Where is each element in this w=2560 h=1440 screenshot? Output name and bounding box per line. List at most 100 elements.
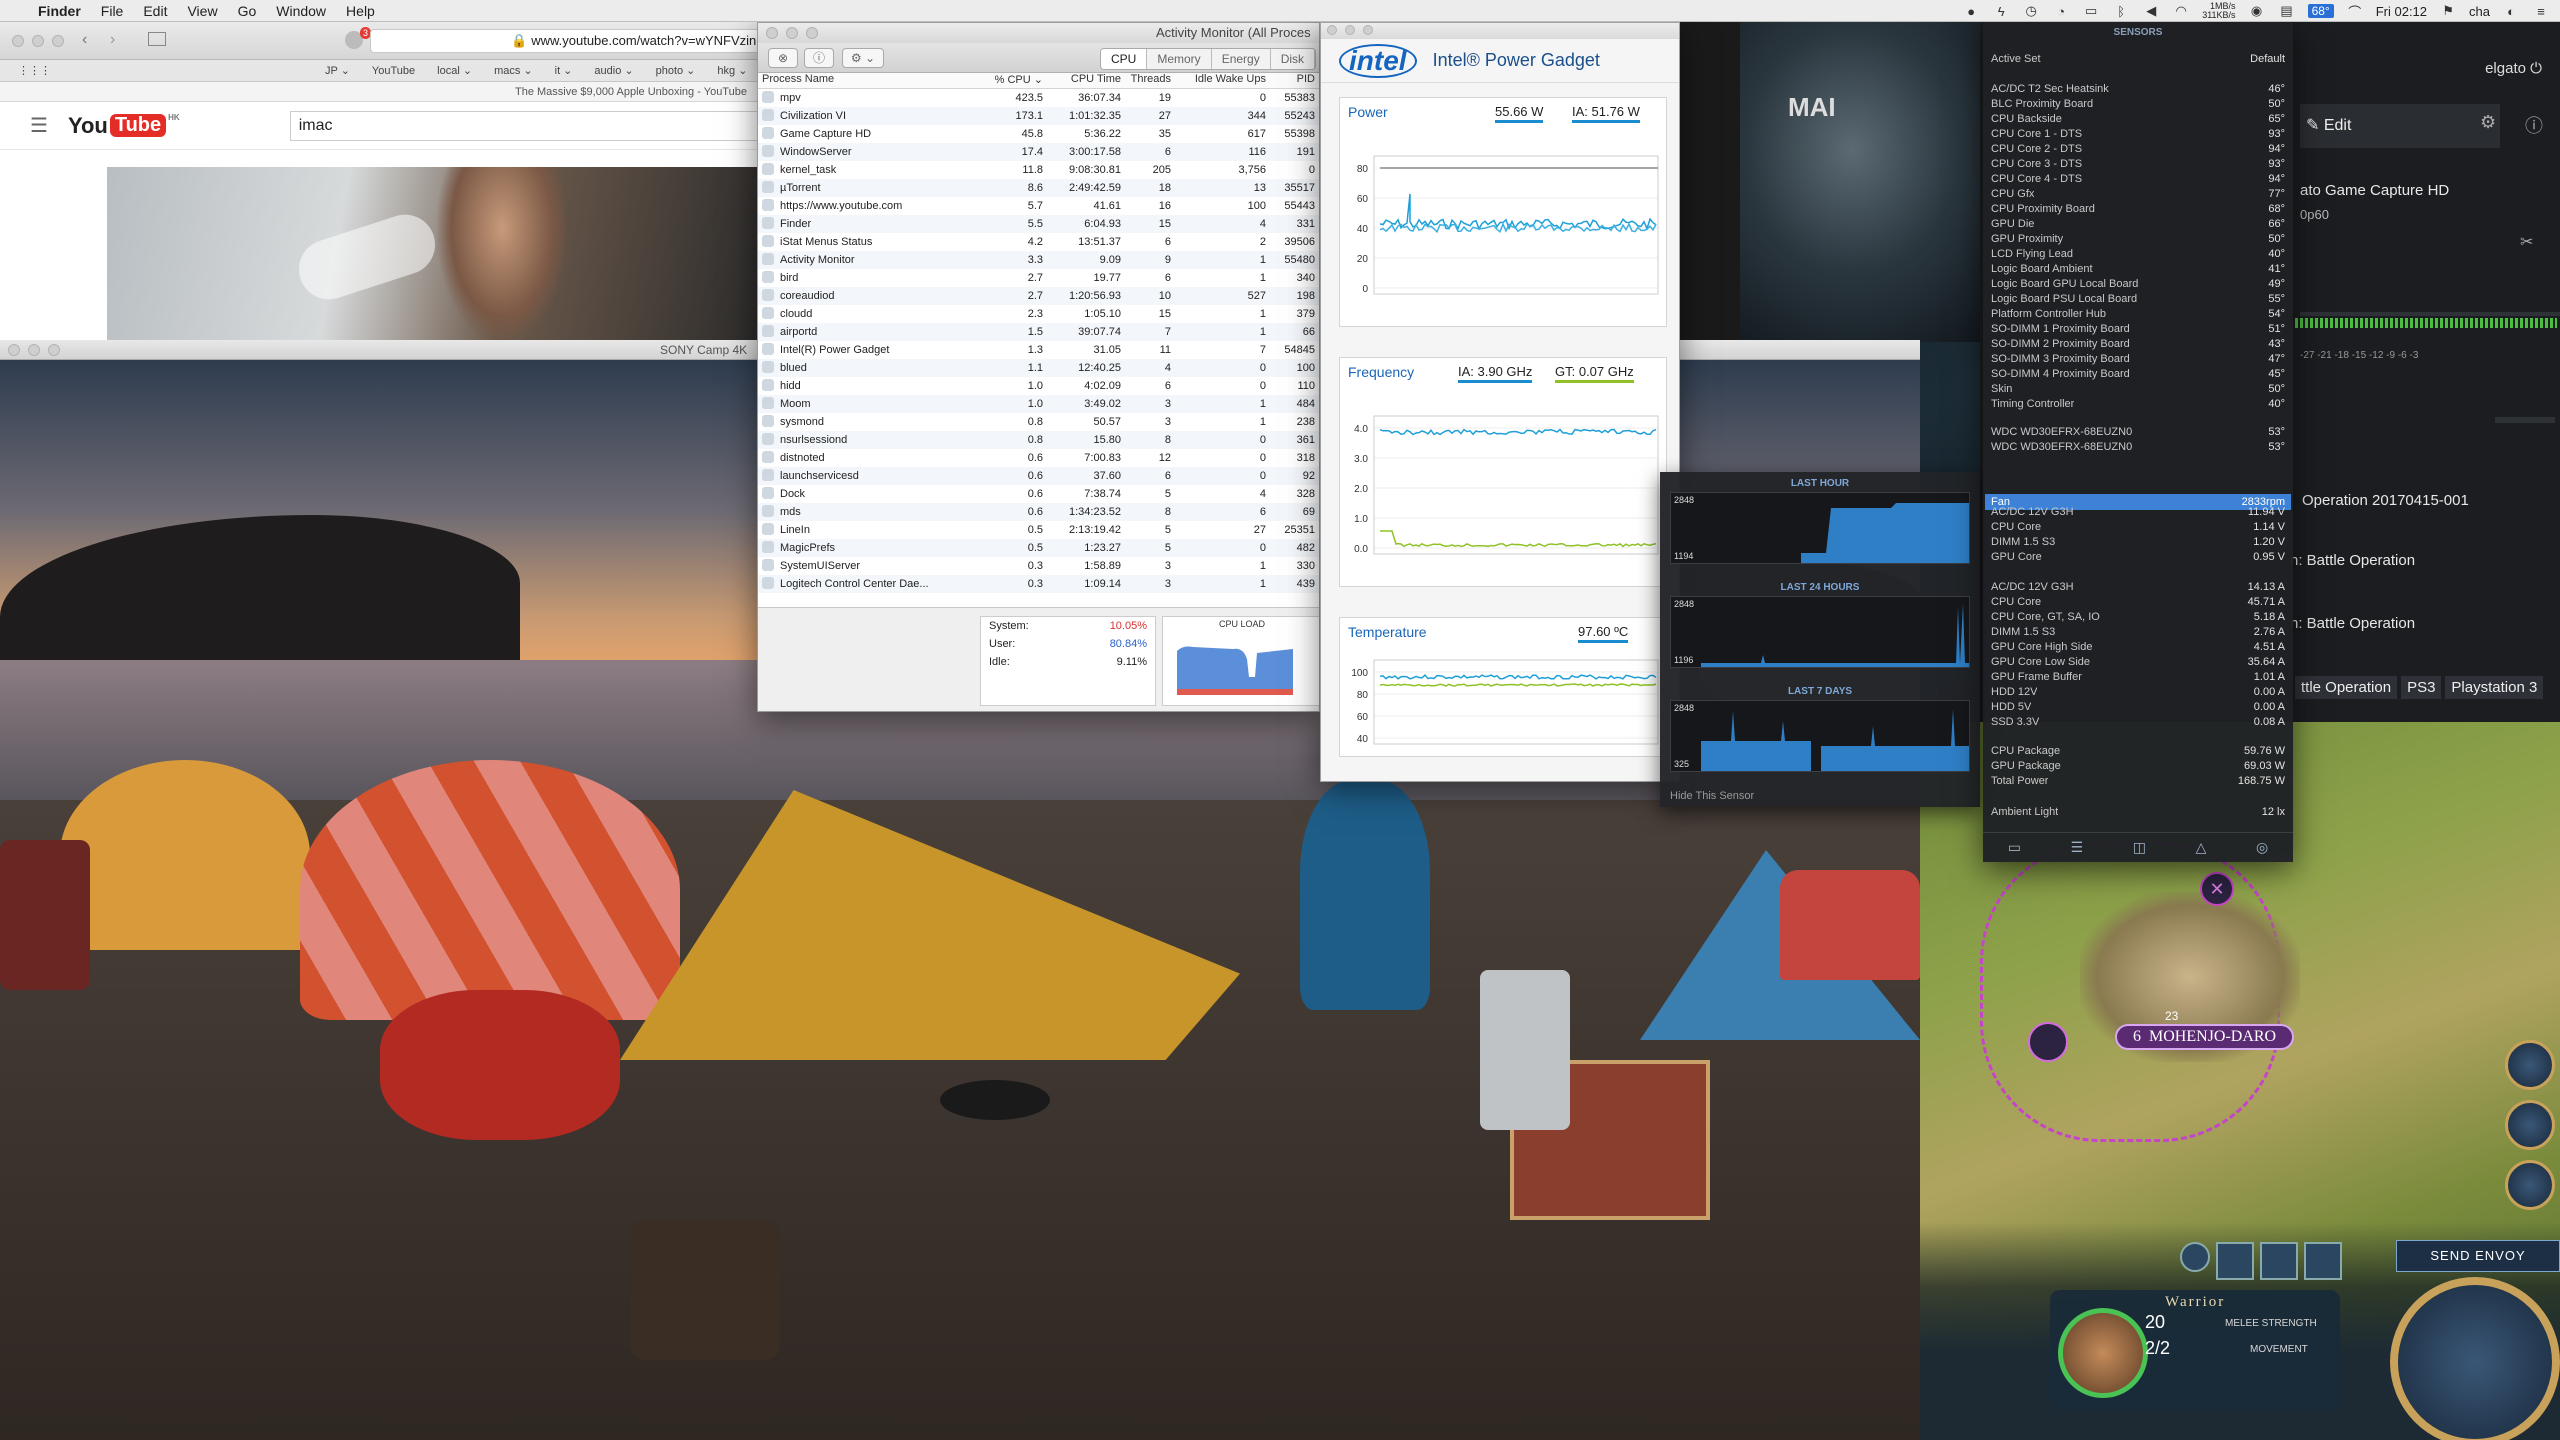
sensor-row[interactable]: CPU Core 1 - DTS 93°: [1991, 127, 2285, 142]
app-icon[interactable]: ◉: [2248, 3, 2266, 19]
table-row[interactable]: WindowServer 17.4 3:00:17.58 6 116 191: [758, 143, 1319, 161]
sensor-row[interactable]: Timing Controller 40°: [1991, 397, 2285, 412]
sensor-row[interactable]: WDC WD30EFRX-68EUZN0 53°: [1991, 425, 2285, 440]
table-row[interactable]: µTorrent 8.6 2:49:42.59 18 13 35517: [758, 179, 1319, 197]
table-row[interactable]: Dock 0.6 7:38.74 5 4 328: [758, 485, 1319, 503]
sensor-row[interactable]: Logic Board GPU Local Board 49°: [1991, 277, 2285, 292]
menu-edit[interactable]: Edit: [133, 3, 177, 19]
tag-item[interactable]: Playstation 3: [2445, 676, 2544, 699]
bookmark-grid-icon[interactable]: ⋮⋮⋮: [18, 64, 51, 77]
sensor-row[interactable]: HDD 12V 0.00 A: [1991, 685, 2285, 700]
slider-track[interactable]: [2495, 417, 2555, 423]
bookmark-item[interactable]: JP ⌄: [325, 64, 350, 77]
table-row[interactable]: iStat Menus Status 4.2 13:51.37 6 2 39506: [758, 233, 1319, 251]
table-row[interactable]: nsurlsessiond 0.8 15.80 8 0 361: [758, 431, 1319, 449]
menu-help[interactable]: Help: [336, 3, 385, 19]
sensor-row[interactable]: GPU Core 0.95 V: [1991, 550, 2285, 565]
government-button[interactable]: [2505, 1100, 2555, 1150]
menu-view[interactable]: View: [177, 3, 227, 19]
sensor-row[interactable]: LCD Flying Lead 40°: [1991, 247, 2285, 262]
bluetooth-icon[interactable]: ᛒ: [2112, 3, 2130, 19]
flag-icon[interactable]: ⚑: [2439, 3, 2457, 19]
memory-tab-icon[interactable]: ☰: [2071, 839, 2084, 856]
siri-icon[interactable]: ◐: [2502, 3, 2520, 19]
table-row[interactable]: sysmond 0.8 50.57 3 1 238: [758, 413, 1319, 431]
sensor-row[interactable]: CPU Core 2 - DTS 94°: [1991, 142, 2285, 157]
sensor-row[interactable]: CPU Core, GT, SA, IO 5.18 A: [1991, 610, 2285, 625]
table-row[interactable]: Intel(R) Power Gadget 1.3 31.05 11 7 54845: [758, 341, 1319, 359]
sensor-row[interactable]: SSD 3.3V 0.08 A: [1991, 715, 2285, 730]
network-rate[interactable]: 1MB/s 311KB/s: [2202, 2, 2235, 20]
tab-disk[interactable]: Disk: [1271, 49, 1316, 69]
col-process-name[interactable]: Process Name: [758, 73, 983, 88]
minimize-button[interactable]: [32, 35, 44, 47]
youtube-video-player[interactable]: [107, 167, 770, 342]
address-bar[interactable]: 🔒 www.youtube.com/watch?v=wYNFVzinSu: [370, 29, 770, 53]
hide-sensor-button[interactable]: Hide This Sensor: [1670, 790, 1754, 802]
bookmark-item[interactable]: photo ⌄: [656, 64, 696, 77]
gear-icon[interactable]: ⚙ ⌄: [842, 48, 884, 68]
sensor-row[interactable]: Skin 50°: [1991, 382, 2285, 397]
sensor-row[interactable]: GPU Frame Buffer 1.01 A: [1991, 670, 2285, 685]
table-row[interactable]: cloudd 2.3 1:05.10 15 1 379: [758, 305, 1319, 323]
table-row[interactable]: coreaudiod 2.7 1:20:56.93 10 527 198: [758, 287, 1319, 305]
sensor-row[interactable]: CPU Backside 65°: [1991, 112, 2285, 127]
col-idle-wake-ups[interactable]: Idle Wake Ups: [1171, 73, 1266, 88]
bookmark-item[interactable]: it ⌄: [555, 64, 573, 77]
sensor-row[interactable]: GPU Package 69.03 W: [1991, 759, 2285, 774]
disk-tab-icon[interactable]: ◫: [2133, 839, 2146, 856]
minimize-button[interactable]: [786, 27, 798, 39]
col-threads[interactable]: Threads: [1121, 73, 1171, 88]
menu-go[interactable]: Go: [228, 3, 267, 19]
col-cpu[interactable]: % CPU ⌄: [983, 73, 1043, 88]
sensor-row[interactable]: SO-DIMM 2 Proximity Board 43°: [1991, 337, 2285, 352]
sensor-row[interactable]: SO-DIMM 4 Proximity Board 45°: [1991, 367, 2285, 382]
sensors-tab-icon[interactable]: ◎: [2256, 839, 2268, 856]
sensor-row[interactable]: SO-DIMM 1 Proximity Board 51°: [1991, 322, 2285, 337]
sensor-row[interactable]: Platform Controller Hub 54°: [1991, 307, 2285, 322]
sensor-row[interactable]: SO-DIMM 3 Proximity Board 47°: [1991, 352, 2285, 367]
fortify-icon[interactable]: [2180, 1242, 2210, 1272]
sensor-row[interactable]: CPU Core 3 - DTS 93°: [1991, 157, 2285, 172]
sensor-row[interactable]: CPU Proximity Board 68°: [1991, 202, 2285, 217]
sensor-row[interactable]: WDC WD30EFRX-68EUZN0 53°: [1991, 440, 2285, 455]
menu-file[interactable]: File: [91, 3, 134, 19]
table-row[interactable]: LineIn 0.5 2:13:19.42 5 27 25351: [758, 521, 1319, 539]
tab-cpu[interactable]: CPU: [1101, 49, 1148, 69]
close-button[interactable]: [8, 344, 20, 356]
table-row[interactable]: Game Capture HD 45.8 5:36.22 35 617 55398: [758, 125, 1319, 143]
col-pid[interactable]: PID: [1266, 73, 1319, 88]
sensor-row[interactable]: Logic Board Ambient 41°: [1991, 262, 2285, 277]
clock-icon[interactable]: ◔: [2052, 3, 2070, 19]
sensor-row[interactable]: Logic Board PSU Local Board 55°: [1991, 292, 2285, 307]
sensor-row[interactable]: GPU Core Low Side 35.64 A: [1991, 655, 2285, 670]
sensor-row[interactable]: CPU Gfx 77°: [1991, 187, 2285, 202]
tag-item[interactable]: ttle Operation: [2295, 676, 2398, 699]
sensor-row[interactable]: CPU Core 45.71 A: [1991, 595, 2285, 610]
table-row[interactable]: https://www.youtube.com 5.7 41.61 16 100 5544…: [758, 197, 1319, 215]
table-row[interactable]: mpv 423.5 36:07.34 19 0 55383: [758, 89, 1319, 107]
minimize-button[interactable]: [28, 344, 40, 356]
menu-window[interactable]: Window: [266, 3, 336, 19]
bookmark-item[interactable]: YouTube: [372, 65, 415, 77]
tab-title[interactable]: The Massive $9,000 Apple Unboxing - YouT…: [0, 82, 769, 102]
bookmark-item[interactable]: local ⌄: [437, 64, 472, 77]
sensor-row[interactable]: CPU Package 59.76 W: [1991, 744, 2285, 759]
user-name[interactable]: cha: [2469, 4, 2490, 19]
table-row[interactable]: Moom 1.0 3:49.02 3 1 484: [758, 395, 1319, 413]
table-row[interactable]: bird 2.7 19.77 6 1 340: [758, 269, 1319, 287]
bubble-icon[interactable]: ●: [1962, 3, 1980, 19]
clock[interactable]: Fri 02:12: [2376, 4, 2427, 19]
close-button[interactable]: [1327, 25, 1337, 35]
table-row[interactable]: kernel_task 11.8 9:08:30.81 205 3,756 0: [758, 161, 1319, 179]
close-button[interactable]: [12, 35, 24, 47]
tab-memory[interactable]: Memory: [1147, 49, 1212, 69]
sensor-row[interactable]: BLC Proximity Board 50°: [1991, 97, 2285, 112]
time-machine-icon[interactable]: ◷: [2022, 3, 2040, 19]
youtube-search-input[interactable]: imac: [289, 110, 769, 141]
bookmark-item[interactable]: hkg ⌄: [717, 64, 747, 77]
table-row[interactable]: Civilization VI 173.1 1:01:32.35 27 344 55243: [758, 107, 1319, 125]
sidebar-icon[interactable]: [148, 32, 166, 46]
send-envoy-button[interactable]: SEND ENVOY: [2396, 1240, 2560, 1272]
forward-icon[interactable]: ›: [110, 31, 115, 49]
